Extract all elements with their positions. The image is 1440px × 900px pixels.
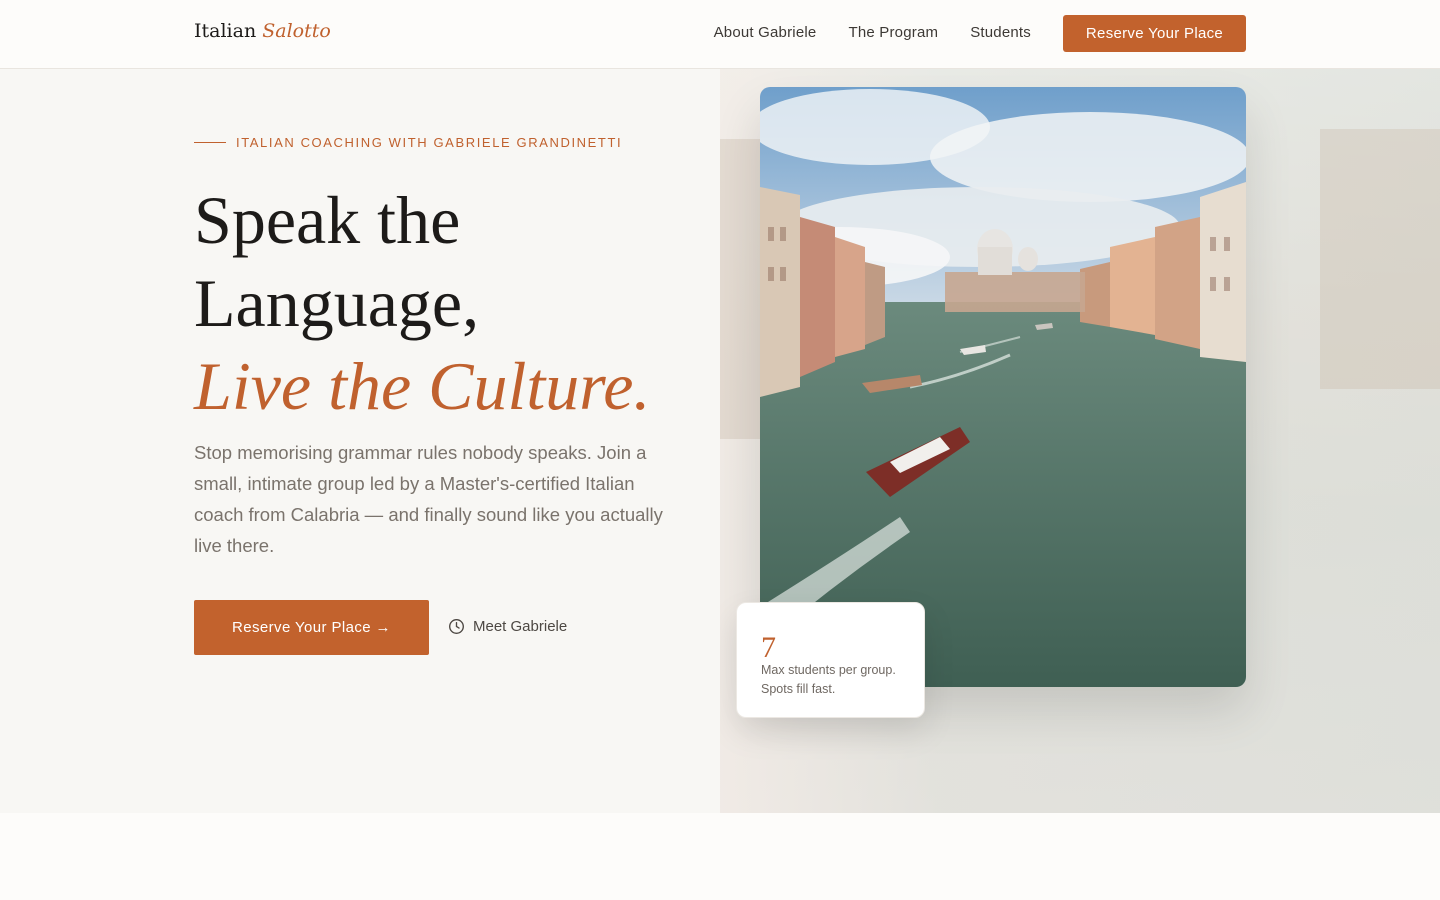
brand-name: Italian [194,20,257,42]
group-size-label: Max students per group. Spots fill fast. [761,663,896,696]
nav-reserve-button[interactable]: Reserve Your Place [1063,15,1246,52]
venice-canal-photo [760,87,1246,687]
hero-lede: Stop memorising grammar rules nobody spe… [194,442,663,556]
eyebrow: ITALIAN COACHING WITH GABRIELE GRANDINET… [194,135,622,150]
eyebrow-rule [194,142,226,143]
reserve-place-button[interactable]: Reserve Your Place → [194,600,429,655]
group-size-number: 7 [761,631,776,664]
nav-link-program[interactable]: The Program [848,24,938,41]
meet-gabriele-label: Meet Gabriele [473,618,568,635]
group-size-card: 7 Max students per group. Spots fill fas… [736,602,925,718]
nav-link-about[interactable]: About Gabriele [714,24,817,41]
hero-visual: 7 Max students per group. Spots fill fas… [720,69,1440,813]
brand-logo[interactable]: Italian Salotto [194,20,331,42]
headline-line-1: Speak the [194,182,461,258]
background-building-left [720,139,760,439]
brand-accent: Salotto [262,20,331,42]
eyebrow-text: ITALIAN COACHING WITH GABRIELE GRANDINET… [236,135,623,150]
clock-icon [449,619,464,634]
canal-illustration [760,87,1246,687]
nav-link-students[interactable]: Students [970,24,1031,41]
top-nav: Italian Salotto About Gabriele The Progr… [0,0,1440,69]
meet-gabriele-link[interactable]: Meet Gabriele [448,618,567,635]
hero-headline: Speak the Language, Live the Culture. [194,179,714,428]
hero-content: ITALIAN COACHING WITH GABRIELE GRANDINET… [0,69,720,813]
nav-links: About Gabriele The Program Students [714,24,1031,41]
hero-section: ITALIAN COACHING WITH GABRIELE GRANDINET… [0,69,1440,813]
headline-line-3: Live the Culture. [194,348,651,424]
background-building-right [1320,129,1440,389]
headline-line-2: Language, [194,265,480,341]
